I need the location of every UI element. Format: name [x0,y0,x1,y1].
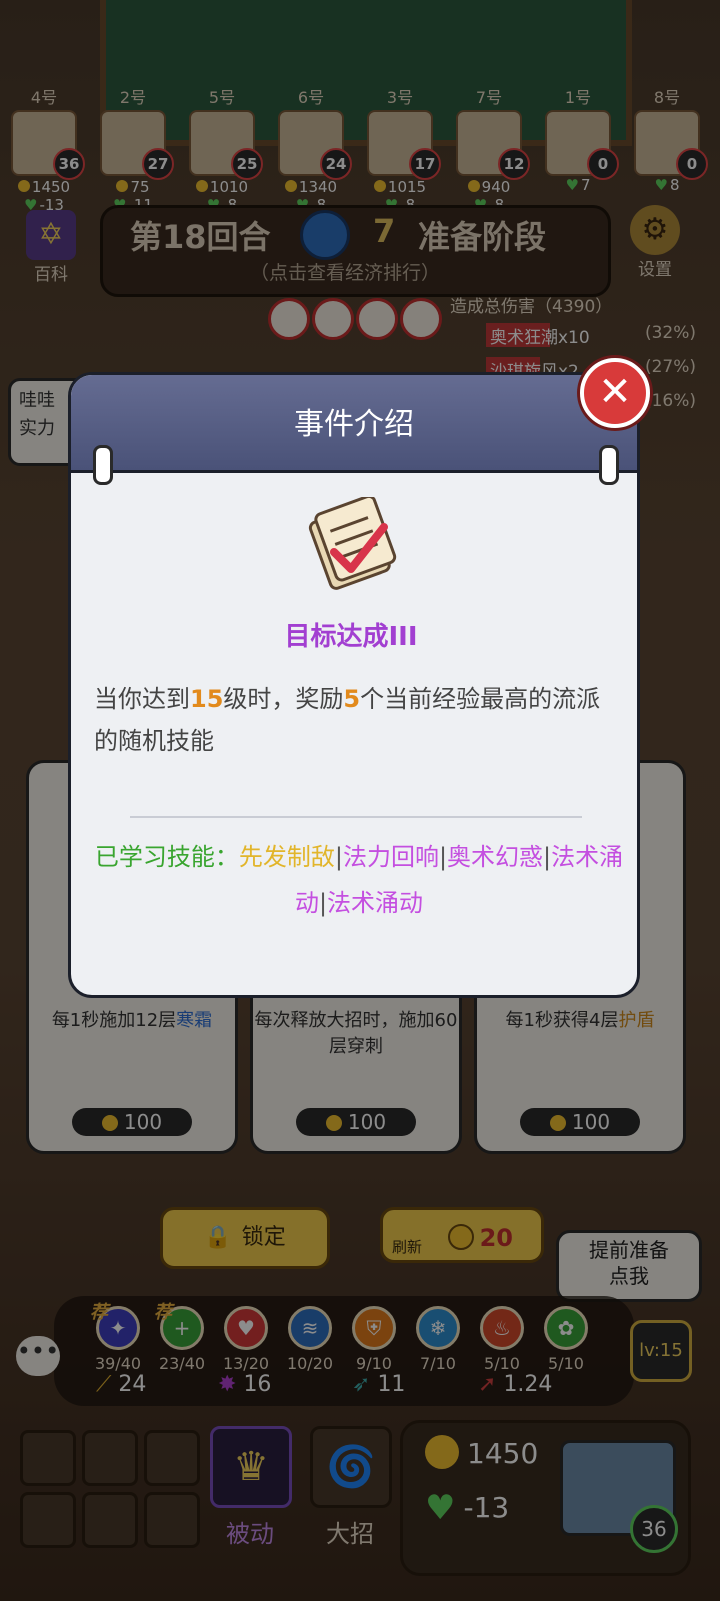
checklist-document-icon [308,497,397,590]
separator: | [318,889,328,917]
desc-count: 5 [343,685,361,713]
skill-item: 先发制敌 [238,843,335,871]
event-description: 当你达到15级时，奖励5个当前经验最高的流派的随机技能 [94,678,624,762]
separator: | [334,843,343,871]
binder-ring [93,445,113,485]
skill-item: 法力回响 [342,843,439,871]
event-name: 目标达成III [284,622,418,652]
binder-ring [599,445,619,485]
divider [130,816,582,818]
modal-title: 事件介绍 [294,407,414,442]
separator: | [438,843,448,871]
learned-label: 已学习技能： [94,843,239,871]
desc-pre: 当你达到 [94,685,190,713]
learned-skills: 已学习技能：先发制敌|法力回响|奥术幻惑|法术涌动|法术涌动 [94,834,624,926]
desc-level: 15 [190,685,224,713]
skill-item: 奥术幻惑 [447,843,544,871]
separator: | [543,843,552,871]
desc-mid: 级时，奖励 [223,685,344,713]
close-icon[interactable]: ✕ [580,358,650,428]
skill-item: 法术涌动 [327,889,424,917]
